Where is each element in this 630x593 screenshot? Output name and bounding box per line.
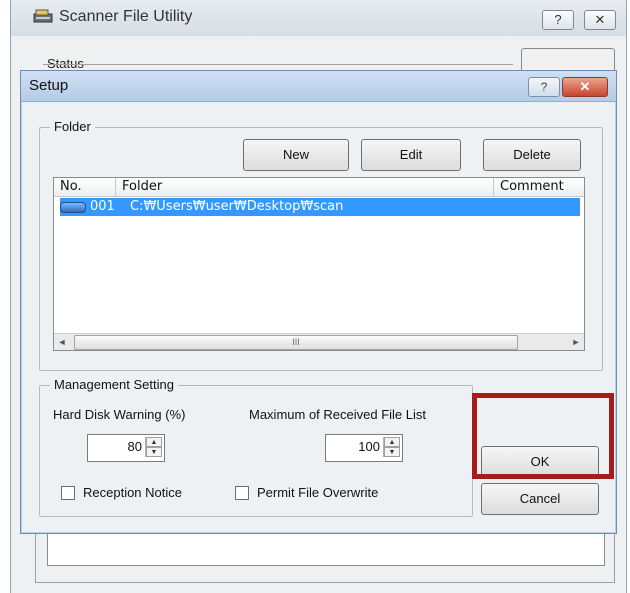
spin-down-icon[interactable]: ▼ (146, 447, 162, 457)
dialog-close-button[interactable]: ✕ (562, 77, 608, 97)
spin-up-icon[interactable]: ▲ (146, 437, 162, 447)
parent-window-title: Scanner File Utility (59, 8, 193, 25)
scroll-left-icon[interactable]: ◄ (54, 334, 70, 350)
max-file-list-label: Maximum of Received File List (249, 407, 426, 422)
folder-list-header: No. Folder Comment (54, 178, 584, 197)
folder-row-icon (60, 202, 86, 213)
parent-title-bar: Scanner File Utility ? ✕ (11, 0, 626, 36)
hard-disk-warning-spinner[interactable]: 80 ▲ ▼ (87, 434, 165, 462)
permit-overwrite-label: Permit File Overwrite (257, 485, 379, 500)
cancel-button[interactable]: Cancel (481, 483, 599, 515)
reception-notice-label: Reception Notice (83, 485, 182, 500)
dialog-title-bar[interactable]: Setup ? ✕ (21, 71, 616, 102)
column-header-no[interactable]: No. (54, 178, 116, 196)
dialog-title: Setup (29, 77, 69, 94)
scroll-right-icon[interactable]: ► (568, 334, 584, 350)
spinner-arrows: ▲ ▼ (383, 437, 400, 457)
ok-highlight-box (472, 393, 614, 479)
max-file-list-spinner[interactable]: 100 ▲ ▼ (325, 434, 403, 462)
column-header-folder[interactable]: Folder (116, 178, 494, 196)
dialog-help-button[interactable]: ? (528, 77, 560, 97)
permit-overwrite-checkbox[interactable] (235, 486, 249, 500)
edit-button[interactable]: Edit (361, 139, 461, 171)
column-header-comment[interactable]: Comment (494, 178, 584, 196)
row-no: 001 (90, 199, 115, 214)
scanner-app-icon (33, 9, 53, 23)
hard-disk-warning-value[interactable]: 80 (128, 439, 142, 454)
spinner-arrows: ▲ ▼ (145, 437, 162, 457)
parent-log-box (47, 530, 605, 566)
parent-help-button[interactable]: ? (542, 10, 574, 30)
max-file-list-value[interactable]: 100 (358, 439, 380, 454)
status-group-border (43, 64, 513, 65)
reception-notice-checkbox[interactable] (61, 486, 75, 500)
folder-list[interactable]: No. Folder Comment 001 C:₩Users₩user₩Des… (53, 177, 585, 351)
horizontal-scrollbar[interactable]: ◄ III ► (54, 333, 584, 350)
row-folder-path: C:₩Users₩user₩Desktop₩scan (130, 199, 344, 214)
spin-up-icon[interactable]: ▲ (384, 437, 400, 447)
folder-group-label: Folder (50, 119, 95, 134)
hard-disk-warning-label: Hard Disk Warning (%) (53, 407, 186, 422)
spin-down-icon[interactable]: ▼ (384, 447, 400, 457)
new-button[interactable]: New (243, 139, 349, 171)
management-group-label: Management Setting (50, 377, 178, 392)
scroll-thumb[interactable]: III (74, 335, 518, 350)
table-row[interactable]: 001 C:₩Users₩user₩Desktop₩scan (60, 198, 580, 216)
delete-button[interactable]: Delete (483, 139, 581, 171)
parent-close-button[interactable]: ✕ (584, 10, 616, 30)
